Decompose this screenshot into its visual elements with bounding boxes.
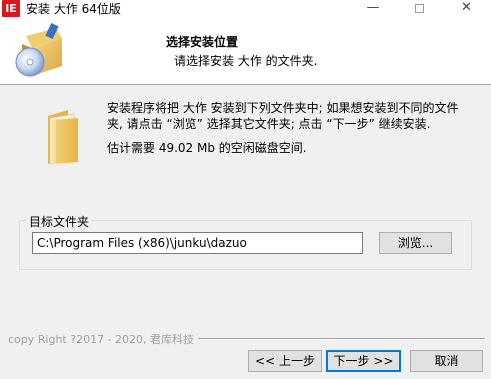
page-header: 选择安装位置 请选择安装 大作 的文件夹. bbox=[0, 18, 491, 85]
installer-icon bbox=[15, 22, 62, 77]
close-button[interactable]: ✕ bbox=[442, 0, 491, 18]
folder-icon bbox=[48, 110, 78, 165]
maximize-icon bbox=[414, 4, 424, 13]
browse-button[interactable]: 浏览... bbox=[379, 232, 452, 254]
maximize-button[interactable] bbox=[396, 0, 442, 18]
copyright-text: copy Right ?2017 - 2020, 君库科技 bbox=[8, 331, 199, 347]
instruction-text-line-1: 安装程序将把 大作 安装到下列文件夹中; 如果想安装到不同的文件 bbox=[107, 101, 459, 115]
destination-path-input[interactable] bbox=[32, 232, 363, 254]
cancel-button[interactable]: 取消 bbox=[410, 350, 483, 372]
window-title: 安装 大作 64位版 bbox=[26, 2, 121, 16]
destination-group-label: 目标文件夹 bbox=[27, 213, 92, 230]
minimize-button[interactable]: — bbox=[350, 0, 396, 18]
title-bar: IE 安装 大作 64位版 — ✕ bbox=[0, 0, 491, 18]
space-required-text: 估计需要 49.02 Mb 的空闲磁盘空间. bbox=[107, 141, 307, 155]
back-button[interactable]: << 上一步 bbox=[248, 350, 322, 372]
next-button[interactable]: 下一步 >> bbox=[326, 350, 401, 372]
instruction-text-line-2: 夹, 请点击 “浏览” 选择其它文件夹; 点击 “下一步” 继续安装. bbox=[107, 117, 431, 131]
page-title: 选择安装位置 bbox=[166, 35, 239, 49]
app-icon: IE bbox=[2, 0, 20, 17]
page-subtitle: 请选择安装 大作 的文件夹. bbox=[174, 54, 318, 68]
